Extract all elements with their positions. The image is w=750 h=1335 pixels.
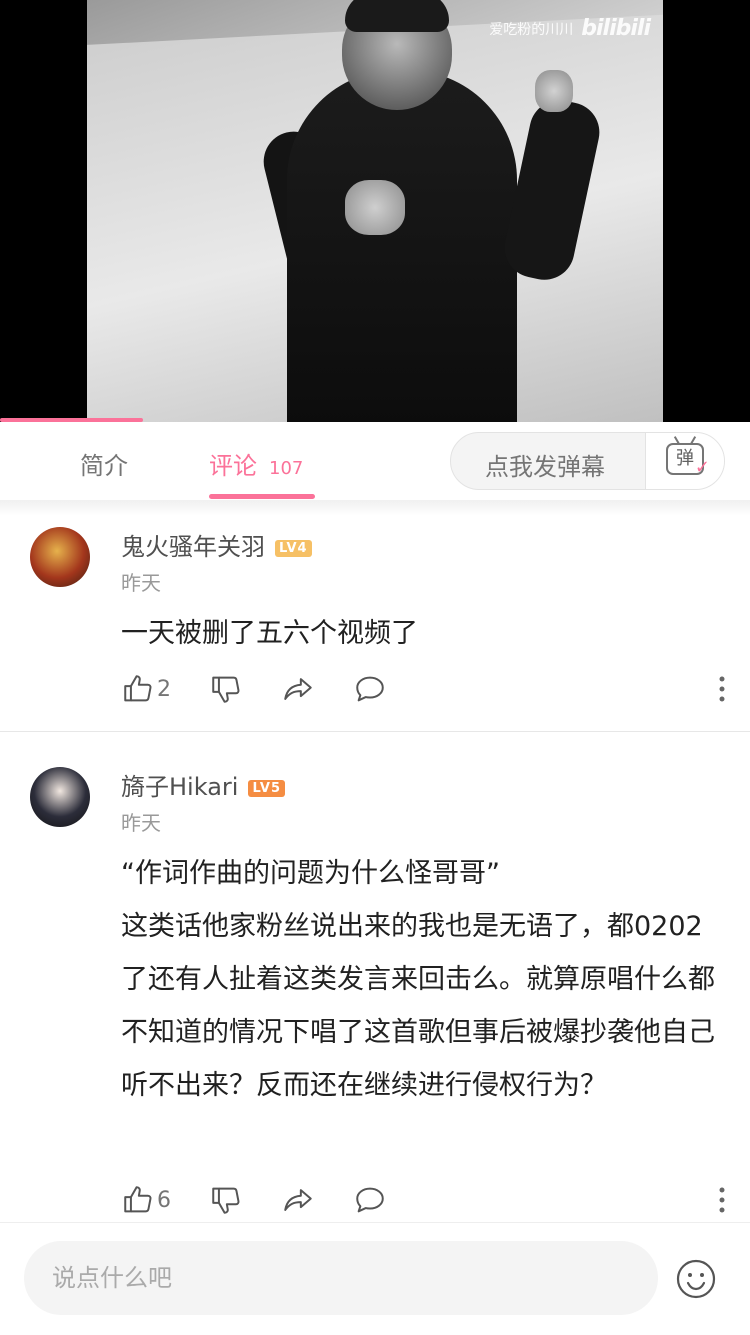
share-icon: [284, 1189, 312, 1211]
emoji-icon[interactable]: [676, 1259, 716, 1299]
danmaku-toggle-button[interactable]: 弹 ✓: [645, 433, 724, 489]
comment-text: “作词作曲的问题为什么怪哥哥” 这类话他家粉丝说出来的我也是无语了，都0202了还…: [121, 847, 726, 1112]
tab-comments[interactable]: 评论 107: [209, 446, 303, 481]
username[interactable]: 旖子Hikari LV5: [121, 767, 286, 802]
singer-fist: [535, 70, 573, 112]
like-button[interactable]: 6: [121, 1183, 171, 1217]
username[interactable]: 鬼火骚年关羽 LV4: [121, 527, 312, 562]
username-text: 鬼火骚年关羽: [121, 533, 265, 561]
comment-bubble-icon: [356, 1187, 384, 1213]
like-count: 6: [157, 1187, 171, 1213]
tab-intro[interactable]: 简介: [80, 446, 128, 481]
tab-shadow: [0, 500, 750, 516]
comment-text: 一天被删了五六个视频了: [121, 618, 418, 649]
comment-actions: 6: [121, 1183, 726, 1223]
comment-input[interactable]: 说点什么吧: [24, 1241, 658, 1315]
watermark-user: 爱吃粉的川川: [489, 21, 574, 38]
comment-input-placeholder: 说点什么吧: [52, 1264, 172, 1292]
danmaku-icon-char: 弹: [676, 448, 694, 469]
like-button[interactable]: 2: [121, 672, 171, 706]
reply-button[interactable]: [353, 672, 387, 706]
comment-date: 昨天: [121, 811, 161, 835]
more-options-button[interactable]: [718, 676, 726, 706]
more-vertical-icon: [719, 676, 725, 702]
comment-date: 昨天: [121, 571, 161, 595]
compose-bar: 说点什么吧: [0, 1222, 750, 1335]
watermark: 爱吃粉的川川 bilibili: [489, 16, 651, 41]
video-player[interactable]: 爱吃粉的川川 bilibili: [0, 0, 750, 422]
level-badge: LV4: [275, 540, 312, 557]
singer-body: [287, 70, 517, 422]
comment-divider: [0, 731, 750, 732]
danmaku-tv-icon: 弹 ✓: [666, 443, 710, 477]
dislike-button[interactable]: [209, 1183, 243, 1217]
bilibili-logo: bilibili: [581, 16, 651, 41]
check-icon: ✓: [694, 457, 710, 478]
thumbs-down-icon: [212, 676, 240, 703]
tab-bar: 简介 评论 107 点我发弹幕 弹 ✓: [0, 422, 750, 500]
more-vertical-icon: [719, 1187, 725, 1213]
comment-actions: 2: [121, 672, 726, 712]
comment-bubble-icon: [356, 676, 384, 702]
comment-item: 鬼火骚年关羽 LV4 昨天 一天被删了五六个视频了 2: [0, 527, 750, 732]
singer-hair: [345, 0, 449, 32]
avatar[interactable]: [30, 767, 90, 827]
avatar[interactable]: [30, 527, 90, 587]
level-badge: LV5: [248, 780, 286, 797]
comment-text-line: “作词作曲的问题为什么怪哥哥”: [121, 858, 500, 889]
share-button[interactable]: [281, 1183, 315, 1217]
like-count: 2: [157, 676, 171, 702]
comment-count: 107: [269, 458, 304, 479]
share-button[interactable]: [281, 672, 315, 706]
video-frame: [87, 0, 663, 422]
singer-hand: [345, 180, 405, 235]
tab-intro-label: 简介: [80, 452, 128, 480]
more-options-button[interactable]: [718, 1187, 726, 1217]
danmaku-placeholder: 点我发弹幕: [485, 453, 605, 481]
share-icon: [284, 678, 312, 700]
thumbs-up-icon: [124, 1186, 152, 1213]
thumbs-up-icon: [124, 675, 152, 702]
tab-indicator: [209, 494, 315, 499]
reply-button[interactable]: [353, 1183, 387, 1217]
thumbs-down-icon: [212, 1187, 240, 1214]
comment-text-line: 这类话他家粉丝说出来的我也是无语了，都0202了还有人扯着这类发言来回击么。就算…: [121, 911, 715, 1101]
danmaku-input[interactable]: 点我发弹幕 弹 ✓: [450, 432, 725, 490]
dislike-button[interactable]: [209, 672, 243, 706]
username-text: 旖子Hikari: [121, 773, 239, 801]
tab-comments-label: 评论: [209, 452, 257, 480]
comment-item: 旖子Hikari LV5 昨天 “作词作曲的问题为什么怪哥哥” 这类话他家粉丝说出来…: [0, 767, 750, 1222]
